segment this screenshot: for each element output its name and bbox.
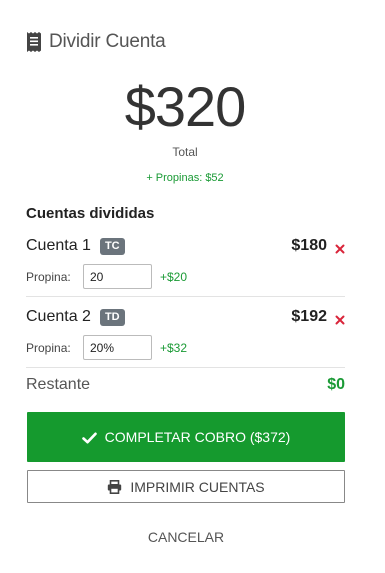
print-splits-button[interactable]: IMPRIMIR CUENTAS xyxy=(27,470,345,503)
split-name: Cuenta 2 xyxy=(26,308,91,325)
divider xyxy=(26,296,345,297)
divider xyxy=(26,367,345,368)
section-title: Cuentas divididas xyxy=(26,205,155,222)
modal-title: Dividir Cuenta xyxy=(49,31,166,52)
receipt-icon xyxy=(26,31,42,53)
tip-amount: +$20 xyxy=(160,269,188,284)
split-amount: $180 xyxy=(291,237,327,254)
tip-input[interactable] xyxy=(83,335,152,360)
remaining-amount: $0 xyxy=(327,376,345,393)
tip-amount: +$32 xyxy=(160,340,188,355)
total-amount: $320 xyxy=(124,75,247,138)
tip-input[interactable] xyxy=(83,264,152,289)
payment-method-badge: TD xyxy=(99,308,125,326)
split-item: Cuenta 2 TD $192 Propina: +$32 xyxy=(26,306,345,360)
remove-split-icon[interactable] xyxy=(335,312,345,325)
remaining-row: Restante $0 xyxy=(26,376,345,394)
tip-label: Propina: xyxy=(26,269,71,284)
print-splits-label: IMPRIMIR CUENTAS xyxy=(130,478,265,495)
printer-icon xyxy=(107,479,122,494)
tip-label: Propina: xyxy=(26,340,71,355)
split-amount: $192 xyxy=(291,308,327,325)
payment-method-badge: TC xyxy=(99,237,125,255)
split-name: Cuenta 1 xyxy=(26,237,91,254)
remaining-label: Restante xyxy=(26,376,91,393)
cancel-button[interactable]: CANCELAR xyxy=(27,526,345,548)
complete-payment-button[interactable]: COMPLETAR COBRO ($372) xyxy=(27,412,345,462)
total-label: Total xyxy=(172,145,198,159)
remove-split-icon[interactable] xyxy=(335,241,345,254)
tips-total: + Propinas: $52 xyxy=(146,172,224,184)
complete-payment-label: COMPLETAR COBRO ($372) xyxy=(104,429,291,445)
split-item: Cuenta 1 TC $180 Propina: +$20 xyxy=(26,235,345,289)
modal-header: Dividir Cuenta xyxy=(26,31,166,53)
check-icon xyxy=(81,431,97,444)
